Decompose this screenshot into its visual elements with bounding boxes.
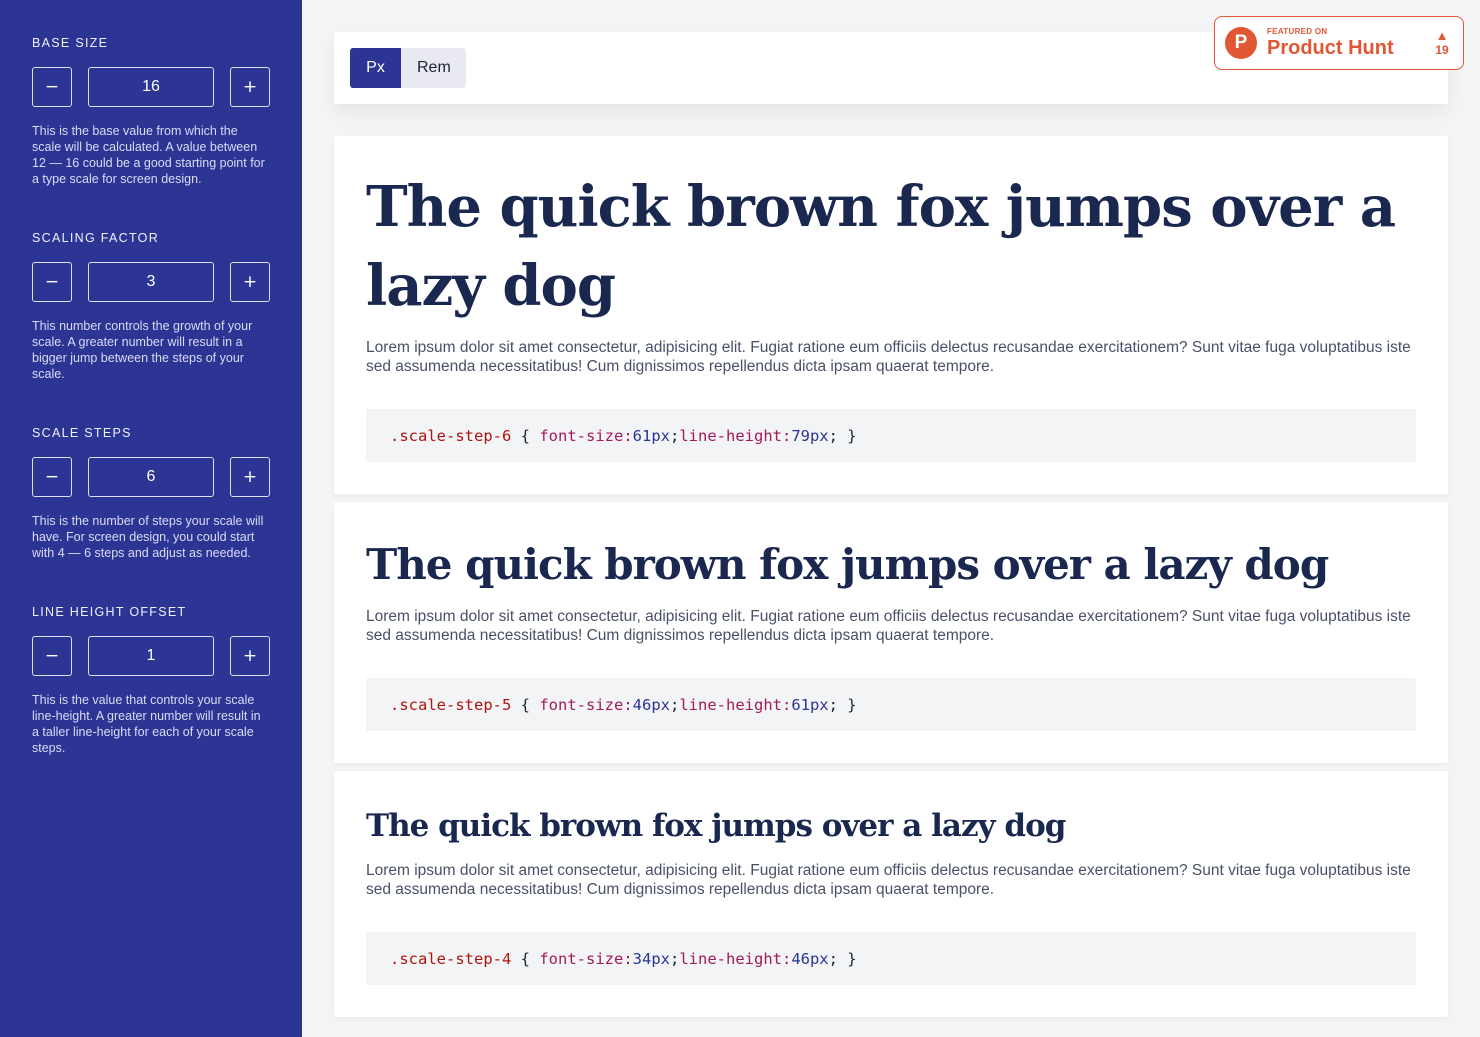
sample-heading-step-5: The quick brown fox jumps over a lazy do… (366, 540, 1329, 589)
css-code-block[interactable]: .scale-step-6 { font-size: 61px; line-he… (366, 409, 1416, 462)
product-hunt-text: FEATURED ON Product Hunt (1267, 27, 1431, 59)
code-open-brace: { (511, 695, 540, 714)
code-selector: .scale-step-6 (390, 426, 512, 445)
code-semicolon: ; (669, 426, 680, 445)
code-font-size-value: 61px (632, 426, 670, 445)
line-height-offset-description: This is the value that controls your sca… (32, 693, 261, 755)
code-open-brace: { (511, 426, 540, 445)
code-line-height-property: line-height: (679, 695, 792, 714)
scaling-factor-control: SCALING FACTOR − + This number controls … (32, 231, 270, 382)
main-content: Px Rem The quick brown fox jumps over a … (302, 0, 1480, 1037)
vote-count: 19 (1435, 43, 1449, 57)
product-hunt-name: Product Hunt (1267, 37, 1394, 59)
code-font-size-property: font-size: (539, 695, 633, 714)
base-size-control: BASE SIZE − + This is the base value fro… (32, 36, 270, 187)
scale-steps-description: This is the number of steps your scale w… (32, 514, 264, 560)
code-line-height-value: 79px (791, 426, 829, 445)
code-line-height-value: 61px (791, 695, 829, 714)
scaling-factor-decrement-button[interactable]: − (32, 262, 72, 302)
line-height-offset-increment-button[interactable]: + (230, 636, 270, 676)
line-height-offset-label: LINE HEIGHT OFFSET (32, 605, 187, 619)
scale-steps-label: SCALE STEPS (32, 426, 132, 440)
scale-step-card-5: The quick brown fox jumps over a lazy do… (334, 502, 1448, 763)
scaling-factor-description: This number controls the growth of your … (32, 319, 253, 381)
scaling-factor-stepper: − + (32, 262, 270, 302)
line-height-offset-decrement-button[interactable]: − (32, 636, 72, 676)
css-code-block[interactable]: .scale-step-4 { font-size: 34px; line-he… (366, 932, 1416, 985)
line-height-offset-input[interactable] (88, 636, 214, 676)
featured-on-label: FEATURED ON (1267, 27, 1328, 36)
rem-unit-button[interactable]: Rem (401, 48, 466, 88)
base-size-description: This is the base value from which the sc… (32, 124, 265, 186)
app-root: BASE SIZE − + This is the base value fro… (0, 0, 1480, 1037)
unit-toggle: Px Rem (350, 48, 466, 88)
scale-step-card-6: The quick brown fox jumps over a lazy do… (334, 136, 1448, 494)
scale-steps-decrement-button[interactable]: − (32, 457, 72, 497)
px-unit-button[interactable]: Px (350, 48, 401, 88)
base-size-increment-button[interactable]: + (230, 67, 270, 107)
code-selector: .scale-step-5 (390, 695, 512, 714)
code-close-brace: ; } (828, 426, 857, 445)
sample-heading-step-6: The quick brown fox jumps over a lazy do… (366, 174, 1396, 319)
line-height-offset-control: LINE HEIGHT OFFSET − + This is the value… (32, 605, 270, 756)
scale-steps-increment-button[interactable]: + (230, 457, 270, 497)
scale-steps-stepper: − + (32, 457, 270, 497)
settings-sidebar: BASE SIZE − + This is the base value fro… (0, 0, 302, 1037)
base-size-label: BASE SIZE (32, 36, 109, 50)
code-font-size-value: 34px (632, 949, 670, 968)
lorem-paragraph: Lorem ipsum dolor sit amet consectetur, … (366, 339, 1411, 375)
upvote-count: ▲ 19 (1431, 28, 1453, 58)
scaling-factor-input[interactable] (88, 262, 214, 302)
code-semicolon: ; (669, 695, 680, 714)
product-hunt-badge[interactable]: P FEATURED ON Product Hunt ▲ 19 (1214, 16, 1464, 70)
code-semicolon: ; (669, 949, 680, 968)
lorem-paragraph: Lorem ipsum dolor sit amet consectetur, … (366, 862, 1411, 898)
product-hunt-logo-icon: P (1225, 27, 1257, 59)
code-line-height-value: 46px (791, 949, 829, 968)
base-size-decrement-button[interactable]: − (32, 67, 72, 107)
sample-heading-step-4: The quick brown fox jumps over a lazy do… (366, 808, 1066, 844)
code-line-height-property: line-height: (679, 949, 792, 968)
code-close-brace: ; } (828, 949, 857, 968)
lorem-paragraph: Lorem ipsum dolor sit amet consectetur, … (366, 608, 1411, 644)
base-size-input[interactable] (88, 67, 214, 107)
scale-steps-input[interactable] (88, 457, 214, 497)
code-line-height-property: line-height: (679, 426, 792, 445)
code-close-brace: ; } (828, 695, 857, 714)
scaling-factor-increment-button[interactable]: + (230, 262, 270, 302)
upvote-arrow-icon: ▲ (1435, 28, 1449, 43)
scale-step-card-4: The quick brown fox jumps over a lazy do… (334, 771, 1448, 1017)
code-font-size-property: font-size: (539, 426, 633, 445)
code-selector: .scale-step-4 (390, 949, 512, 968)
code-open-brace: { (511, 949, 540, 968)
base-size-stepper: − + (32, 67, 270, 107)
code-font-size-value: 46px (632, 695, 670, 714)
scaling-factor-label: SCALING FACTOR (32, 231, 160, 245)
line-height-offset-stepper: − + (32, 636, 270, 676)
scale-steps-control: SCALE STEPS − + This is the number of st… (32, 426, 270, 561)
code-font-size-property: font-size: (539, 949, 633, 968)
css-code-block[interactable]: .scale-step-5 { font-size: 46px; line-he… (366, 678, 1416, 731)
